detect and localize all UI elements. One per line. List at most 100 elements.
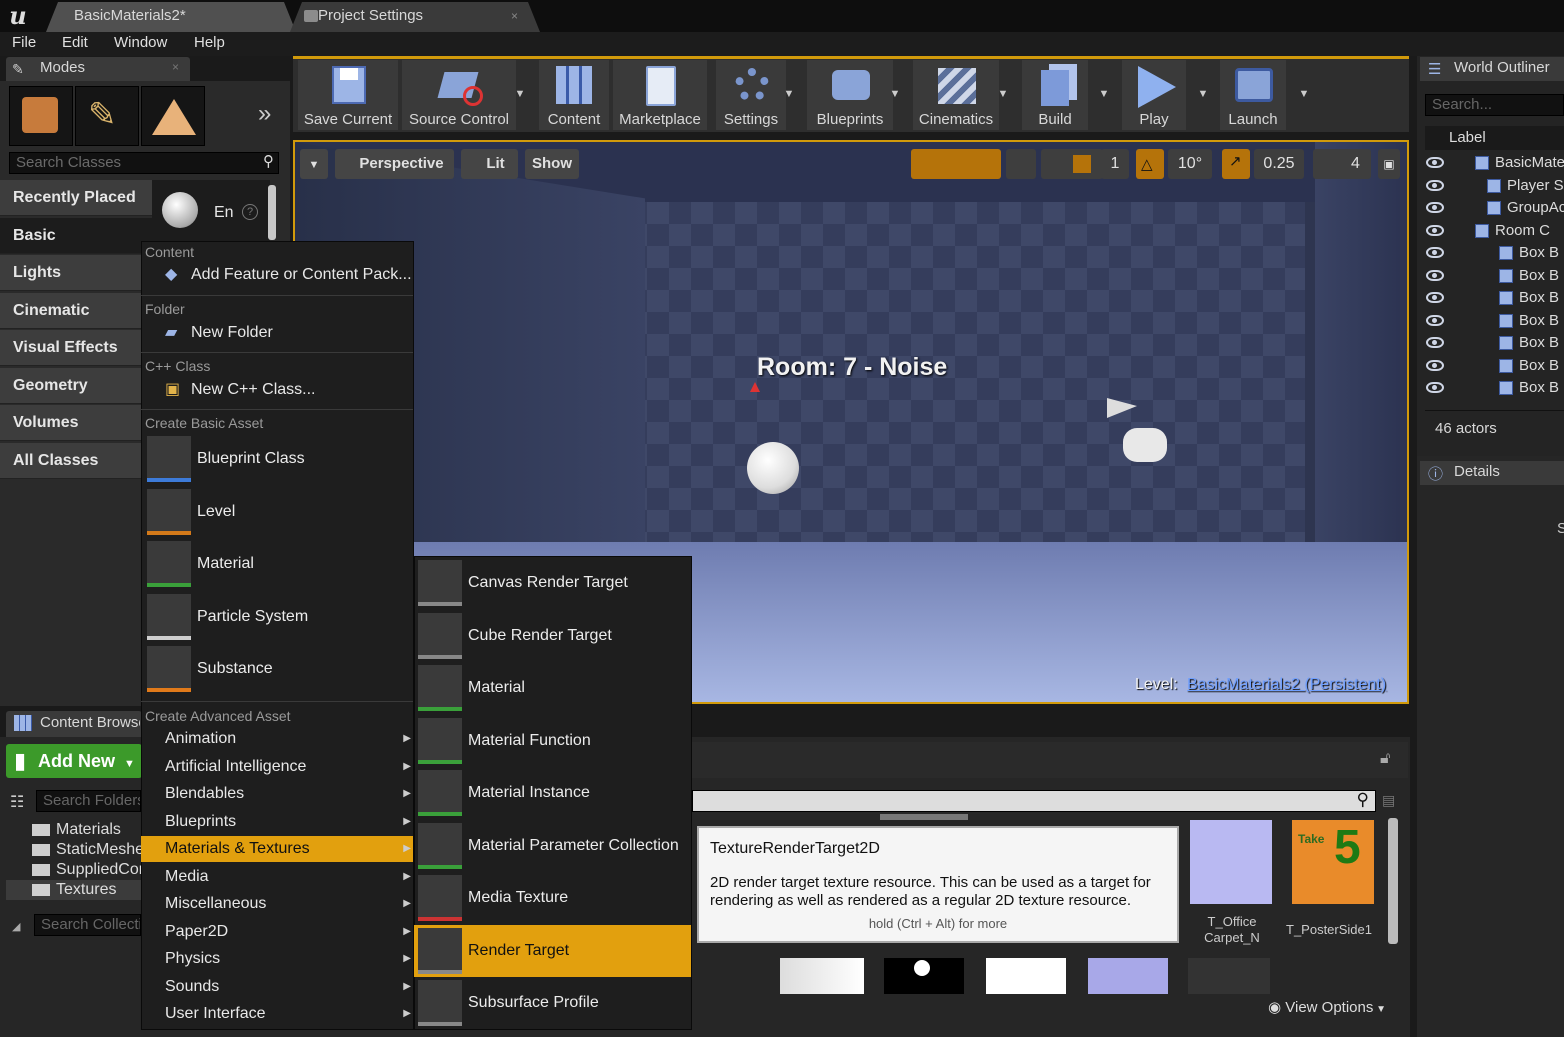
chevron-down-icon[interactable]: ▼	[1297, 88, 1311, 100]
visibility-eye-icon[interactable]	[1426, 359, 1444, 371]
advanced-category-item[interactable]: Blueprints ▶	[141, 809, 413, 835]
visibility-eye-icon[interactable]	[1426, 224, 1444, 236]
chevron-down-icon[interactable]: ▼	[1097, 88, 1111, 100]
new-cpp-class-item[interactable]: ▣ New C++ Class...	[141, 377, 413, 403]
visibility-eye-icon[interactable]	[1426, 382, 1444, 393]
chevron-down-icon[interactable]: ▼	[513, 88, 527, 100]
add-feature-item[interactable]: ◆ Add Feature or Content Pack...	[141, 262, 413, 288]
perspective-button[interactable]: Perspective	[335, 149, 454, 179]
category-cinematic[interactable]: Cinematic	[0, 293, 152, 329]
submenu-item[interactable]: Material Instance	[414, 767, 691, 819]
tab-project-settings[interactable]: Project Settings ×	[290, 2, 540, 32]
category-visual-effects[interactable]: Visual Effects	[0, 330, 152, 366]
tab-basicmaterials[interactable]: BasicMaterials2*	[46, 2, 296, 32]
submenu-item[interactable]: Render Target	[414, 924, 691, 977]
content-button[interactable]: Content	[539, 60, 609, 130]
submenu-item[interactable]: Media Texture	[414, 872, 691, 924]
asset-thumbnail[interactable]	[884, 958, 964, 994]
asset-search-input[interactable]: ⚲	[692, 790, 1376, 812]
camera-speed-button[interactable]: 4	[1313, 149, 1371, 179]
asset-thumbnail[interactable]	[1188, 958, 1270, 994]
folder-item[interactable]: StaticMeshes	[6, 840, 141, 860]
lock-icon[interactable]: 🔓︎	[1380, 750, 1390, 768]
advanced-category-item[interactable]: User Interface ▶	[141, 1001, 413, 1027]
lit-button[interactable]: Lit	[461, 149, 518, 179]
advanced-category-item[interactable]: Artificial Intelligence ▶	[141, 754, 413, 780]
cinematics-button[interactable]: Cinematics	[913, 60, 999, 130]
submenu-item[interactable]: Material Parameter Collection	[414, 820, 691, 872]
advanced-category-item[interactable]: Sounds ▶	[141, 974, 413, 1000]
advanced-category-item[interactable]: Physics ▶	[141, 946, 413, 972]
asset-thumbnail-poster[interactable]: Take 5	[1292, 820, 1374, 904]
menu-edit[interactable]: Edit	[62, 34, 88, 51]
outliner-row[interactable]: GroupAc	[1425, 197, 1564, 219]
outliner-row[interactable]: Box B	[1425, 310, 1564, 332]
content-browser-tab[interactable]: Content Browser	[6, 711, 142, 737]
scrollbar[interactable]	[1388, 818, 1398, 944]
save-current-button[interactable]: Save Current	[298, 60, 398, 130]
build-button[interactable]: Build	[1022, 60, 1088, 130]
advanced-category-item[interactable]: Animation ▶	[141, 726, 413, 752]
collections-arrow-icon[interactable]: ◢	[12, 920, 20, 933]
category-lights[interactable]: Lights	[0, 255, 152, 291]
sphere-actor[interactable]	[747, 442, 799, 494]
transform-tools[interactable]	[911, 149, 1001, 179]
sources-toggle-icon[interactable]: ☷	[10, 792, 24, 812]
grid-snap-value[interactable]: 1	[1101, 149, 1129, 179]
visibility-eye-icon[interactable]	[1426, 269, 1444, 281]
basic-asset-item[interactable]: Particle System	[141, 591, 413, 643]
scale-snap-toggle[interactable]: ↗	[1222, 149, 1250, 179]
world-outliner-tab[interactable]: ☰ World Outliner	[1420, 57, 1564, 81]
launch-button[interactable]: Launch	[1220, 60, 1286, 130]
submenu-item[interactable]: Canvas Render Target	[414, 557, 691, 609]
visibility-eye-icon[interactable]	[1426, 292, 1444, 303]
submenu-item[interactable]: Material Function	[414, 715, 691, 767]
folder-item[interactable]: SuppliedContent	[6, 860, 141, 880]
asset-thumbnail[interactable]	[1088, 958, 1168, 994]
advanced-category-item[interactable]: Media ▶	[141, 864, 413, 890]
outliner-row[interactable]: Player S	[1425, 175, 1564, 197]
outliner-column-header[interactable]: Label	[1425, 126, 1564, 150]
scrollbar[interactable]	[268, 185, 276, 240]
new-folder-item[interactable]: ▰ New Folder	[141, 320, 413, 346]
close-icon[interactable]: ×	[172, 60, 179, 74]
chevron-down-icon[interactable]: ▼	[782, 88, 796, 100]
folder-item[interactable]: Materials	[6, 820, 141, 840]
add-new-button[interactable]: ▮ Add New ▼	[6, 744, 142, 778]
rotation-snap-value[interactable]: 10°	[1168, 149, 1212, 179]
category-volumes[interactable]: Volumes	[0, 405, 152, 441]
rotation-snap-toggle[interactable]: △	[1136, 149, 1164, 179]
submenu-item[interactable]: Material	[414, 662, 691, 714]
outliner-row[interactable]: Box B	[1425, 377, 1564, 399]
advanced-category-item[interactable]: Miscellaneous ▶	[141, 891, 413, 917]
basic-asset-item[interactable]: Substance	[141, 643, 413, 695]
basic-asset-item[interactable]: Blueprint Class	[141, 433, 413, 485]
outliner-row[interactable]: Room C	[1425, 220, 1564, 242]
advanced-category-item[interactable]: Materials & Textures ▶	[141, 836, 413, 862]
search-classes-input[interactable]: Search Classes ⚲	[9, 152, 279, 174]
submenu-item[interactable]: Cube Render Target	[414, 610, 691, 662]
basic-asset-item[interactable]: Material	[141, 538, 413, 590]
category-recently-placed[interactable]: Recently Placed	[0, 180, 152, 216]
asset-thumbnail[interactable]	[986, 958, 1066, 994]
basic-asset-item[interactable]: Level	[141, 486, 413, 538]
placeable-item[interactable]: En ?	[152, 180, 270, 242]
submenu-item[interactable]: Subsurface Profile	[414, 977, 691, 1029]
more-modes-icon[interactable]: »	[258, 100, 271, 128]
menu-help[interactable]: Help	[194, 34, 225, 51]
view-options-button[interactable]: ◉ View Options ▼	[1268, 998, 1386, 1016]
visibility-eye-icon[interactable]	[1426, 202, 1444, 213]
category-all-classes[interactable]: All Classes	[0, 443, 152, 479]
visibility-eye-icon[interactable]	[1426, 179, 1444, 191]
outliner-row[interactable]: BasicMate	[1425, 152, 1564, 174]
paint-mode-button[interactable]: ✎	[75, 86, 139, 146]
player-start-icon[interactable]	[1107, 398, 1171, 472]
save-search-icon[interactable]: ▤	[1382, 792, 1395, 809]
play-button[interactable]: Play	[1122, 60, 1186, 130]
asset-thumbnail[interactable]	[780, 958, 864, 994]
visibility-eye-icon[interactable]	[1426, 337, 1444, 348]
grid-snap-toggle[interactable]	[1041, 149, 1103, 179]
maximize-viewport-icon[interactable]: ▣	[1378, 149, 1400, 179]
outliner-row[interactable]: Box B	[1425, 242, 1564, 264]
scale-snap-value[interactable]: 0.25	[1254, 149, 1304, 179]
